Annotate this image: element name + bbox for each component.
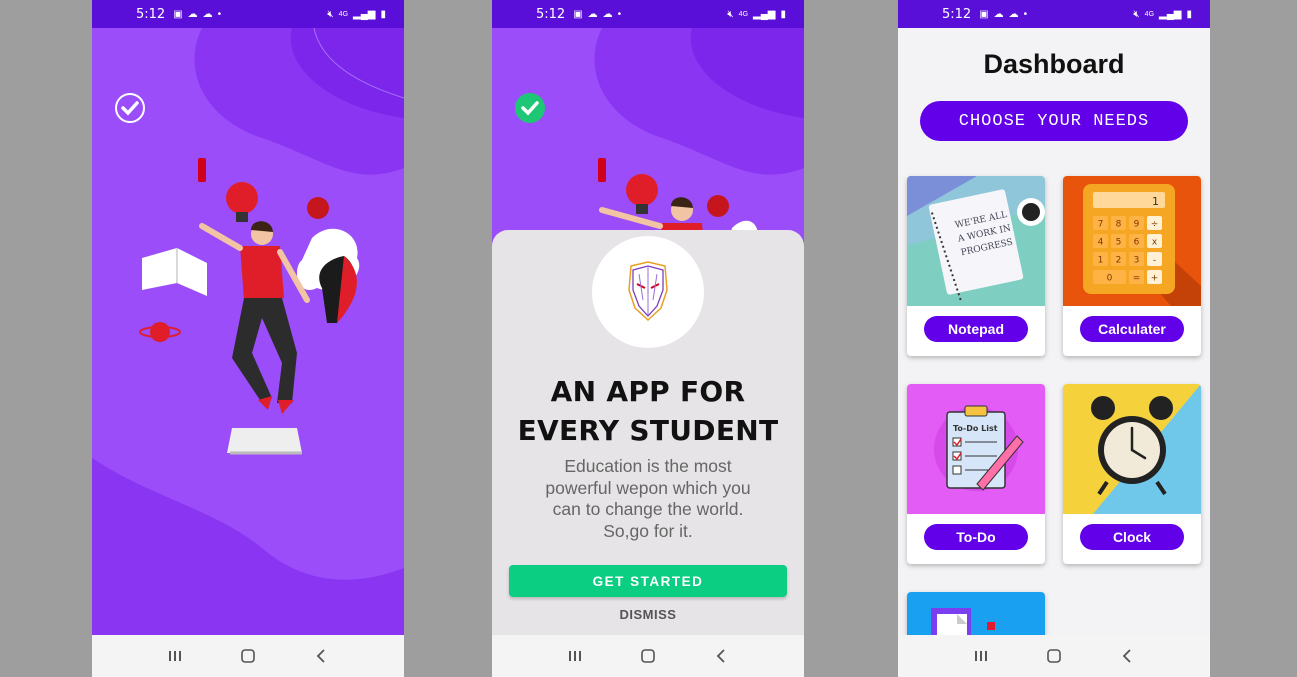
todo-button[interactable]: To-Do: [924, 524, 1028, 550]
mute-icon: 🔇︎: [327, 8, 334, 20]
home-icon[interactable]: [636, 644, 660, 668]
notepad-button[interactable]: Notepad: [924, 316, 1028, 342]
intro-screen: 5:12 ▣ ☁ ☁ • 🔇︎ 4G ▂▄▆ ▮ AN APP FOR EVER…: [492, 0, 804, 677]
calculator-key-label: 1: [1098, 256, 1104, 266]
calculator-key-label: 2: [1116, 256, 1122, 266]
calculator-key-label: 7: [1098, 220, 1104, 230]
image-icon: ▣: [979, 8, 989, 20]
calculator-key-label: +: [1151, 274, 1159, 284]
calculator-key-label: 3: [1134, 256, 1140, 266]
clock-button[interactable]: Clock: [1080, 524, 1184, 550]
dot-icon: •: [1023, 8, 1028, 20]
calculator-key-label: 8: [1116, 220, 1122, 230]
calculator-key-label: 0: [1107, 274, 1113, 284]
dismiss-button[interactable]: DISMISS: [492, 607, 804, 622]
calculator-button[interactable]: Calculater: [1080, 316, 1184, 342]
recents-icon[interactable]: [969, 644, 993, 668]
home-icon[interactable]: [1042, 644, 1066, 668]
dashboard-screen: 5:12 ▣ ☁ ☁ • 🔇︎ 4G ▂▄▆ ▮ Dashboard CHOOS…: [898, 0, 1210, 677]
calculator-key-label: 5: [1116, 238, 1122, 248]
app-logo: [592, 236, 704, 348]
cloud-icon: ☁: [587, 8, 598, 20]
battery-icon: ▮: [1186, 8, 1192, 20]
nav-bar: [898, 635, 1210, 677]
recents-icon[interactable]: [563, 644, 587, 668]
status-time: 5:12: [536, 6, 566, 22]
dashboard-content: Dashboard CHOOSE YOUR NEEDS WE'RE ALL A …: [898, 28, 1210, 635]
notepad-card[interactable]: WE'RE ALL A WORK IN PROGRESS Notepad: [907, 176, 1045, 356]
status-time: 5:12: [942, 6, 972, 22]
cloud-icon: ☁: [993, 8, 1004, 20]
check-icon[interactable]: [114, 92, 146, 124]
back-icon[interactable]: [709, 644, 733, 668]
status-bar: 5:12 ▣ ☁ ☁ • 🔇︎ 4G ▂▄▆ ▮: [492, 0, 804, 28]
calculator-key-label: ÷: [1151, 220, 1159, 230]
intro-description: Education is the most powerful wepon whi…: [545, 456, 751, 541]
document-illustration: [907, 592, 1045, 635]
nav-bar: [492, 635, 804, 677]
student-illustration: [139, 158, 360, 455]
status-bar: 5:12 ▣ ☁ ☁ • 🔇︎ 4G ▂▄▆ ▮: [898, 0, 1210, 28]
cloud-icon: ☁: [202, 8, 213, 20]
calculator-key-label: -: [1153, 256, 1156, 266]
page-title: Dashboard: [983, 49, 1125, 79]
back-icon[interactable]: [1115, 644, 1139, 668]
signal-icon: ▂▄▆: [753, 8, 776, 20]
status-time: 5:12: [136, 6, 166, 22]
mask-logo-icon: [628, 261, 668, 322]
calculator-key-label: 4: [1098, 238, 1104, 248]
battery-icon: ▮: [780, 8, 786, 20]
cloud-icon: ☁: [602, 8, 613, 20]
intro-title-line1: AN APP FOR: [550, 375, 746, 408]
calculator-illustration: 1 7 8 9 ÷ 4 5 6 x 1 2 3 - 0 = +: [1063, 176, 1201, 306]
nav-bar: [92, 635, 404, 677]
splash-background: [92, 28, 404, 635]
calculator-key-label: 9: [1134, 220, 1140, 230]
4g-icon: 4G: [338, 10, 349, 18]
battery-icon: ▮: [380, 8, 386, 20]
back-icon[interactable]: [309, 644, 333, 668]
signal-icon: ▂▄▆: [353, 8, 376, 20]
check-icon[interactable]: [514, 92, 546, 124]
cloud-icon: ☁: [1008, 8, 1019, 20]
cloud-icon: ☁: [187, 8, 198, 20]
recents-icon[interactable]: [163, 644, 187, 668]
calculator-card[interactable]: 1 7 8 9 ÷ 4 5 6 x 1 2 3 - 0 = + Calculater: [1063, 176, 1201, 356]
choose-needs-button[interactable]: CHOOSE YOUR NEEDS: [920, 101, 1188, 141]
notebook-illustration: WE'RE ALL A WORK IN PROGRESS: [907, 176, 1045, 306]
mute-icon: 🔇︎: [1133, 8, 1140, 20]
intro-title-line2: EVERY STUDENT: [517, 414, 779, 447]
clock-card[interactable]: Clock: [1063, 384, 1201, 564]
get-started-button[interactable]: GET STARTED: [509, 565, 787, 597]
splash-screen: 5:12 ▣ ☁ ☁ • 🔇︎ 4G ▂▄▆ ▮: [92, 0, 404, 677]
4g-icon: 4G: [1144, 10, 1155, 18]
todo-sheet-title: To-Do List: [953, 424, 998, 433]
home-icon[interactable]: [236, 644, 260, 668]
calculator-key-label: 6: [1134, 238, 1140, 248]
calculator-key-label: x: [1152, 238, 1158, 248]
more-card[interactable]: [907, 592, 1045, 635]
todo-card[interactable]: To-Do List To-Do: [907, 384, 1045, 564]
intro-modal: AN APP FOR EVERY STUDENT Education is th…: [492, 230, 804, 635]
calculator-display: 1: [1152, 195, 1159, 208]
dot-icon: •: [217, 8, 222, 20]
image-icon: ▣: [173, 8, 183, 20]
intro-title: AN APP FOR EVERY STUDENT: [492, 372, 804, 450]
calculator-key-label: =: [1133, 274, 1141, 284]
signal-icon: ▂▄▆: [1159, 8, 1182, 20]
image-icon: ▣: [573, 8, 583, 20]
status-bar: 5:12 ▣ ☁ ☁ • 🔇︎ 4G ▂▄▆ ▮: [92, 0, 404, 28]
alarm-clock-illustration: [1063, 384, 1201, 514]
mute-icon: 🔇︎: [727, 8, 734, 20]
todo-list-illustration: To-Do List: [907, 384, 1045, 514]
4g-icon: 4G: [738, 10, 749, 18]
dot-icon: •: [617, 8, 622, 20]
